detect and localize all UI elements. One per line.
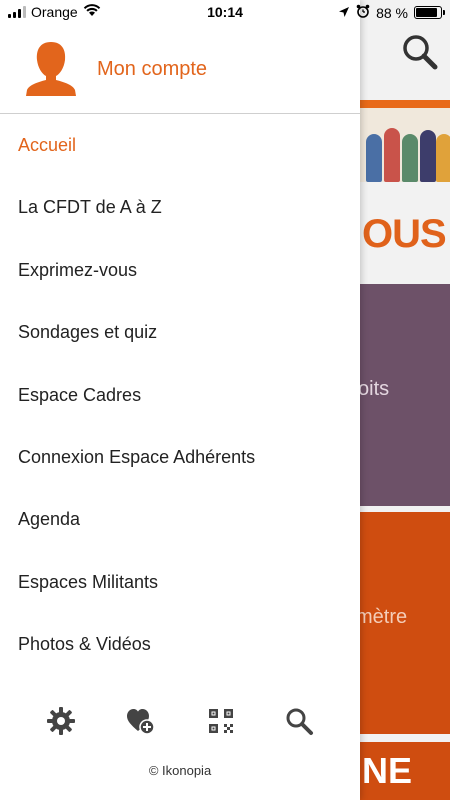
tile-purple-label: oits [358,378,390,400]
tile-orange-label: mètre [356,606,408,628]
status-bar: Orange 10:14 88 % [0,0,450,26]
search-icon[interactable] [284,706,314,736]
banner-image [360,100,450,182]
battery-percent: 88 % [376,4,408,21]
menu-item-agenda[interactable]: Agenda [0,488,360,550]
copyright-text: © Ikonopia [148,763,212,778]
account-label: Mon compte [97,58,208,80]
menu-item-photos-videos[interactable]: Photos & Vidéos [0,613,360,675]
menu-item-cfdt-a-z[interactable]: La CFDT de A à Z [0,176,360,238]
menu-item-exprimez-vous[interactable]: Exprimez-vous [0,239,360,301]
heart-add-icon[interactable] [125,706,155,736]
account-header[interactable]: Mon compte [0,26,360,114]
avatar-icon [26,40,76,96]
location-icon [338,5,350,21]
banner-title: OUS [362,212,447,256]
battery-icon [414,6,445,19]
navigation-drawer: Mon compte Accueil La CFDT de A à Z Expr… [0,0,360,800]
status-right: 88 % [338,4,445,21]
alarm-icon [356,4,370,21]
gear-icon[interactable] [46,706,76,736]
drawer-footer-icons [0,706,360,738]
menu-item-sondages-quiz[interactable]: Sondages et quiz [0,301,360,363]
qr-code-icon[interactable] [206,706,236,736]
menu-item-espace-cadres[interactable]: Espace Cadres [0,364,360,426]
tile-bottom-label: NE [362,750,413,791]
drawer-menu: Accueil La CFDT de A à Z Exprimez-vous S… [0,114,360,676]
search-icon[interactable] [400,32,440,72]
menu-item-espaces-militants[interactable]: Espaces Militants [0,551,360,613]
menu-item-accueil[interactable]: Accueil [0,114,360,176]
menu-item-espace-adherents[interactable]: Connexion Espace Adhérents [0,426,360,488]
